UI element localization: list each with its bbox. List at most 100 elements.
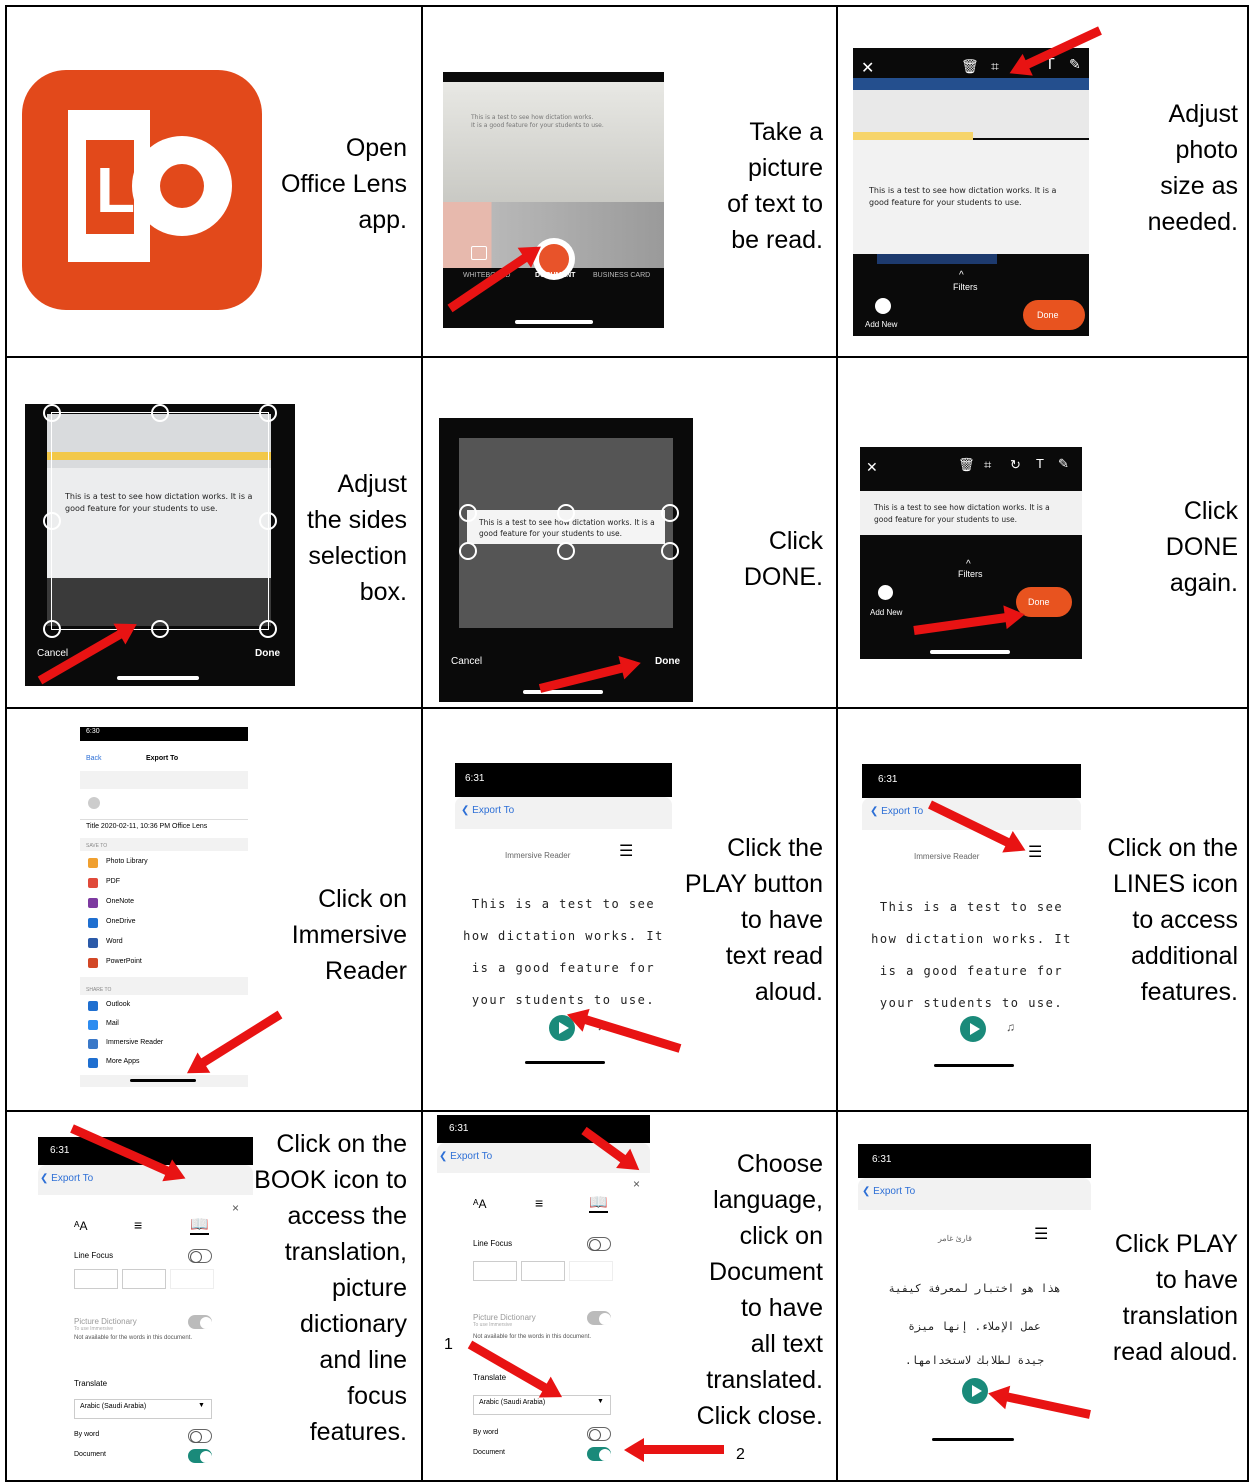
- menu-lines-icon[interactable]: ☰: [619, 844, 633, 860]
- done-button[interactable]: Done: [655, 656, 680, 667]
- crop-handle[interactable]: [459, 542, 477, 560]
- save-item-label: PDF: [106, 878, 120, 885]
- reader-line[interactable]: هذا هو اختبار لمعرفة كيفية: [858, 1282, 1091, 1295]
- picture-dictionary-toggle[interactable]: [587, 1311, 611, 1325]
- save-item-onedrive[interactable]: OneDrive: [80, 913, 248, 933]
- text-icon[interactable]: T: [1036, 456, 1044, 471]
- save-item-onenote[interactable]: OneNote: [80, 893, 248, 913]
- back-button[interactable]: ❮ Export To: [870, 806, 923, 817]
- selection-box[interactable]: [51, 412, 269, 630]
- account-row[interactable]: [80, 789, 248, 819]
- save-item-word[interactable]: Word: [80, 933, 248, 953]
- save-item-pdf[interactable]: PDF: [80, 873, 248, 893]
- mode-business-card[interactable]: BUSINESS CARD: [593, 272, 650, 279]
- by-word-toggle[interactable]: [587, 1427, 611, 1441]
- pen-icon[interactable]: ✎: [1069, 56, 1081, 73]
- crop-handle[interactable]: [259, 512, 277, 530]
- close-icon[interactable]: ×: [232, 1201, 239, 1215]
- crop-handle[interactable]: [151, 404, 169, 422]
- crop-handle[interactable]: [557, 542, 575, 560]
- crop-handle[interactable]: [259, 620, 277, 638]
- reader-line[interactable]: your students to use.: [455, 993, 672, 1007]
- line-focus-five[interactable]: [569, 1261, 613, 1281]
- reader-line[interactable]: عمل الإملاء. إنها ميزة: [858, 1320, 1091, 1333]
- crop-handle[interactable]: [459, 504, 477, 522]
- grammar-icon[interactable]: ≡: [134, 1217, 142, 1233]
- reader-line[interactable]: This is a test to see: [455, 897, 672, 911]
- add-new-icon[interactable]: [875, 298, 891, 314]
- filters-label[interactable]: Filters: [953, 282, 978, 292]
- translate-label: Translate: [473, 1373, 507, 1382]
- line-focus-three[interactable]: [521, 1261, 565, 1281]
- grammar-icon[interactable]: ≡: [535, 1195, 543, 1211]
- share-item-more-apps[interactable]: More Apps: [80, 1054, 248, 1073]
- play-icon[interactable]: [962, 1378, 988, 1404]
- crop-handle[interactable]: [43, 620, 61, 638]
- crop-icon[interactable]: ⌗: [984, 457, 991, 473]
- text-size-icon[interactable]: ᴬA: [74, 1219, 87, 1233]
- chevron-up-icon[interactable]: ^: [959, 270, 964, 281]
- reader-line[interactable]: This is a test to see: [862, 900, 1081, 914]
- crop-handle[interactable]: [43, 512, 61, 530]
- by-word-toggle[interactable]: [188, 1429, 212, 1443]
- text-size-icon[interactable]: ᴬA: [473, 1197, 486, 1211]
- cancel-button[interactable]: Cancel: [37, 648, 68, 659]
- menu-lines-icon[interactable]: ☰: [1028, 845, 1042, 861]
- crop-handle[interactable]: [557, 504, 575, 522]
- gallery-icon[interactable]: [471, 246, 487, 260]
- caption-line: language,: [713, 1186, 823, 1214]
- close-icon[interactable]: ✕: [866, 459, 878, 476]
- crop-handle[interactable]: [259, 404, 277, 422]
- chevron-down-icon: ▼: [597, 1398, 604, 1405]
- line-focus-three[interactable]: [122, 1269, 166, 1289]
- line-focus-toggle[interactable]: [188, 1249, 212, 1263]
- close-icon[interactable]: ✕: [861, 58, 874, 78]
- add-new-label[interactable]: Add New: [865, 320, 897, 329]
- play-icon[interactable]: [960, 1016, 986, 1042]
- back-button[interactable]: ❮ Export To: [40, 1173, 93, 1184]
- pen-icon[interactable]: ✎: [1058, 456, 1069, 472]
- save-item-powerpoint[interactable]: PowerPoint: [80, 953, 248, 973]
- cancel-button[interactable]: Cancel: [451, 656, 482, 667]
- voice-settings-icon[interactable]: ♫: [1006, 1020, 1015, 1034]
- mode-document[interactable]: DOCUMENT: [535, 272, 575, 279]
- rotate-icon[interactable]: ↻: [1010, 457, 1021, 473]
- document-toggle[interactable]: [587, 1447, 611, 1461]
- document-toggle[interactable]: [188, 1449, 212, 1463]
- reader-line[interactable]: your students to use.: [862, 996, 1081, 1010]
- menu-lines-icon[interactable]: ☰: [1034, 1227, 1048, 1243]
- delete-icon[interactable]: 🗑: [958, 457, 975, 473]
- back-button[interactable]: ❮ Export To: [862, 1186, 915, 1197]
- back-button[interactable]: ❮ Export To: [461, 805, 514, 816]
- reader-line[interactable]: is a good feature for: [862, 964, 1081, 978]
- line-focus-five[interactable]: [170, 1269, 214, 1289]
- add-new-icon[interactable]: [878, 585, 893, 600]
- crop-done-screenshot: This is a test to see how dictation work…: [439, 418, 693, 702]
- save-item-photo-library[interactable]: Photo Library: [80, 853, 248, 873]
- share-item-mail[interactable]: Mail: [80, 1016, 248, 1035]
- crop-handle[interactable]: [661, 504, 679, 522]
- reader-line[interactable]: جيدة لطلابك لاستخدامها.: [858, 1354, 1091, 1367]
- crop-icon[interactable]: ⌗: [991, 58, 999, 75]
- crop-handle[interactable]: [661, 542, 679, 560]
- crop-handle[interactable]: [43, 404, 61, 422]
- add-new-label[interactable]: Add New: [870, 608, 902, 617]
- picture-dictionary-toggle[interactable]: [188, 1315, 212, 1329]
- reader-line[interactable]: how dictation works. It: [862, 932, 1081, 946]
- done-button[interactable]: Done: [255, 648, 280, 659]
- line-focus-one[interactable]: [473, 1261, 517, 1281]
- line-focus-one[interactable]: [74, 1269, 118, 1289]
- delete-icon[interactable]: 🗑: [961, 58, 979, 75]
- reader-line[interactable]: how dictation works. It: [455, 929, 672, 943]
- line-focus-toggle[interactable]: [587, 1237, 611, 1251]
- share-item-outlook[interactable]: Outlook: [80, 997, 248, 1016]
- reader-line[interactable]: is a good feature for: [455, 961, 672, 975]
- office-lens-app-icon[interactable]: L: [22, 70, 262, 310]
- book-icon[interactable]: 📖: [589, 1193, 608, 1213]
- filters-label[interactable]: Filters: [958, 569, 983, 579]
- book-icon[interactable]: 📖: [190, 1215, 209, 1235]
- crop-handle[interactable]: [151, 620, 169, 638]
- back-button[interactable]: ❮ Export To: [439, 1151, 492, 1162]
- close-icon[interactable]: ×: [633, 1177, 640, 1191]
- back-button[interactable]: Back: [86, 755, 102, 762]
